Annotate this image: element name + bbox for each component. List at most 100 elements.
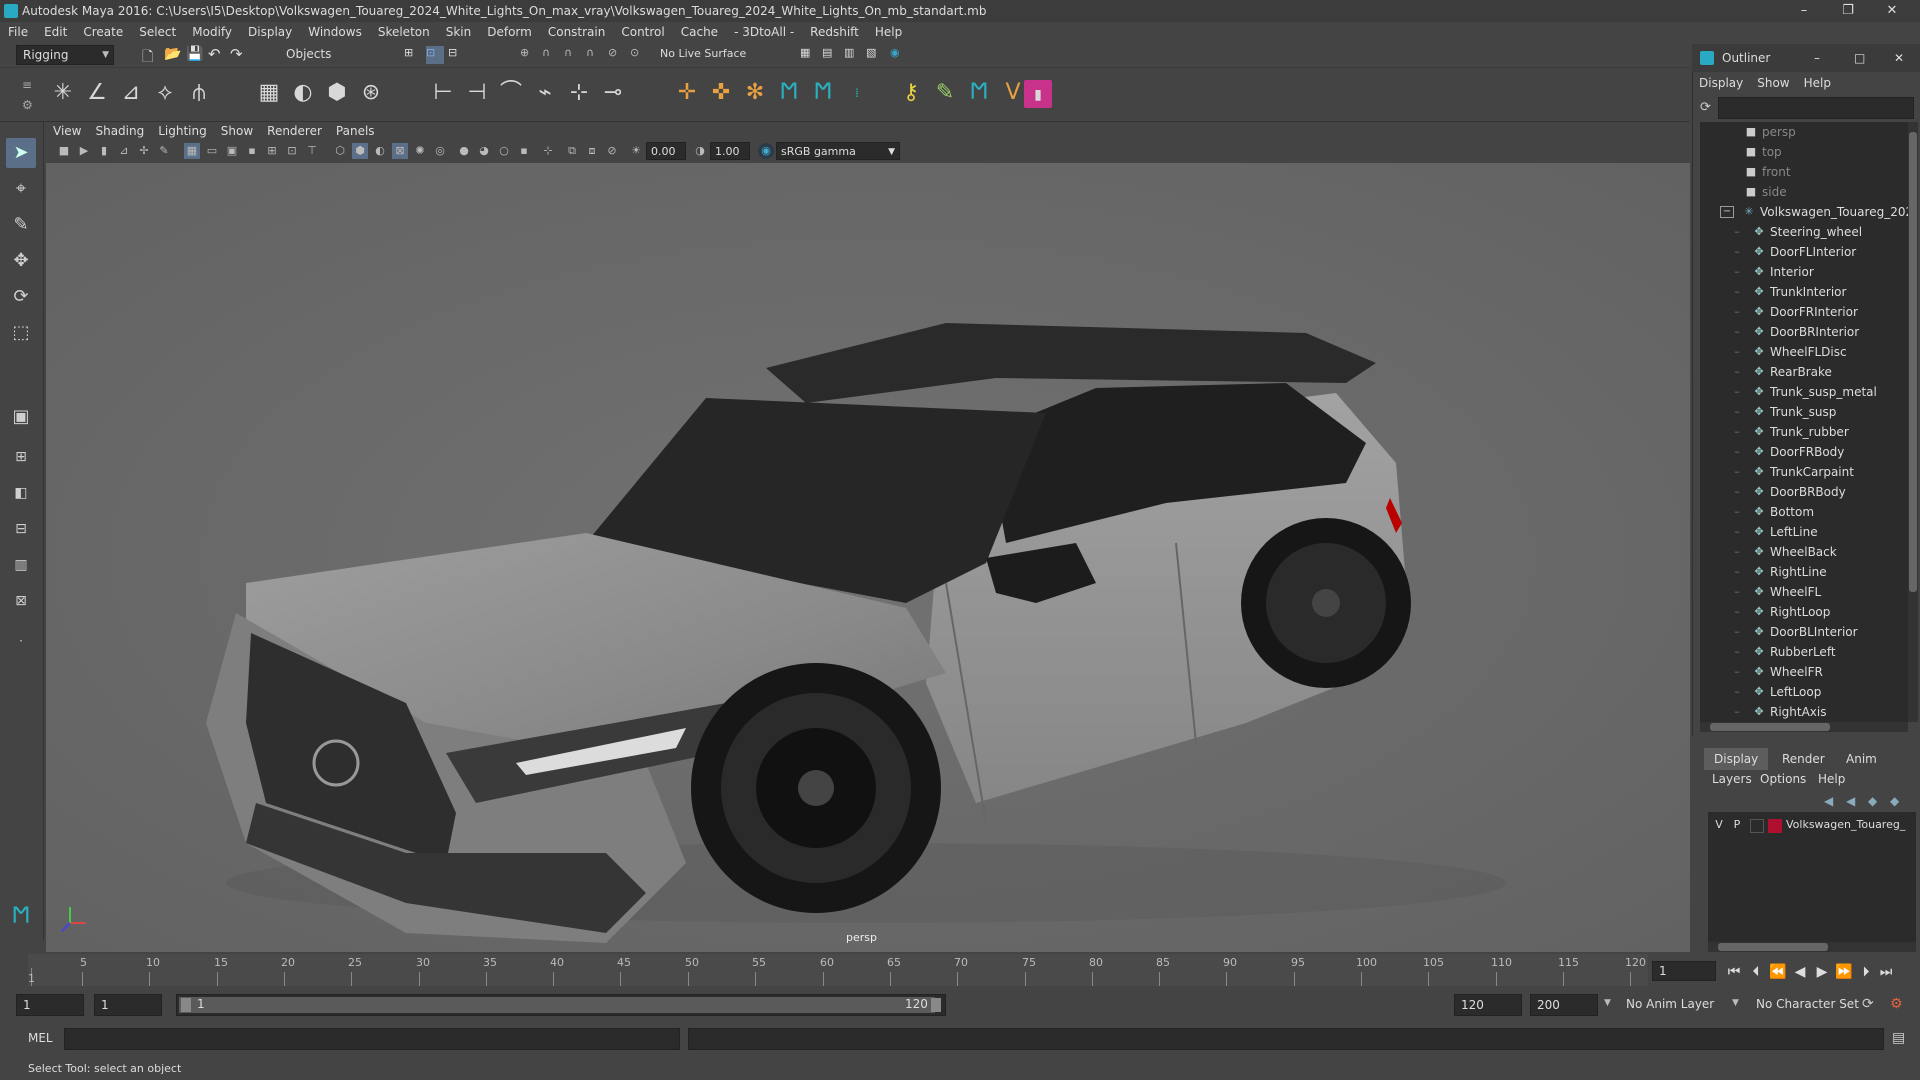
gamma-field[interactable]: 1.00 [710,142,750,160]
render-frame-icon[interactable]: ▦ [800,46,818,64]
outliner-item[interactable]: – ✥ Trunk_rubber [1700,422,1908,442]
snap-icon[interactable]: ⊙ [630,46,648,64]
menu-constrain[interactable]: Constrain [540,22,614,42]
outliner-item[interactable]: – ✥ DoorFRInterior [1700,302,1908,322]
menu-set-dropdown[interactable]: Rigging ▼ [16,45,114,65]
outliner-search-input[interactable] [1718,97,1914,119]
menu-skin[interactable]: Skin [438,22,480,42]
outliner-item[interactable]: – ✥ LeftLine [1700,522,1908,542]
wrap-icon[interactable]: ⬢ [322,78,352,108]
animation-end-field[interactable]: 200 [1530,994,1598,1016]
step-back-key-icon[interactable]: ⏴ [1746,962,1766,982]
menu-skeleton[interactable]: Skeleton [370,22,438,42]
paint-weights-icon[interactable]: ⌒ [496,78,526,108]
outliner-item[interactable]: – ✥ WheelFR [1700,662,1908,682]
layer-type-toggle[interactable] [1750,819,1764,833]
menu-windows[interactable]: Windows [300,22,370,42]
menu-display[interactable]: Display [240,22,300,42]
menu-file[interactable]: File [0,22,36,42]
four-view-layout-icon[interactable]: ⊞ [6,442,36,472]
mirror-joint-icon[interactable]: ⫛ [184,78,214,108]
animation-prefs-icon[interactable]: ⚙ [1890,996,1903,1012]
anim-layer-dropdown[interactable]: No Anim Layer [1620,994,1744,1016]
grease-pencil-icon[interactable]: ✎ [156,143,172,159]
menu-create[interactable]: Create [75,22,131,42]
outliner-item[interactable]: – ✥ Steering_wheel [1700,222,1908,242]
wireframe-icon[interactable]: ⬡ [332,143,348,159]
outliner-item[interactable]: – ✥ RubberLeft [1700,642,1908,662]
ipr-render-icon[interactable]: ▥ [844,46,862,64]
outliner-menu-help[interactable]: Help [1797,72,1838,94]
create-joint-icon[interactable]: ✳ [48,78,78,108]
menu-redshift[interactable]: Redshift [802,22,867,42]
paint-select-icon[interactable]: ✎ [6,210,36,240]
outliner-camera-item[interactable]: ■ front [1700,162,1908,182]
graph-persp-layout-icon[interactable]: ▥ [6,550,36,580]
outliner-item[interactable]: – ✥ LeftLoop [1700,682,1908,702]
panel-menu-renderer[interactable]: Renderer [260,122,329,140]
insert-joint-icon[interactable]: ⟡ [150,78,180,108]
tab-render[interactable]: Render [1772,748,1835,770]
layer-visibility-toggle[interactable]: V [1712,818,1726,831]
outliner-scroll-thumb[interactable] [1909,132,1917,592]
outliner-item[interactable]: – ✥ RightAxis [1700,702,1908,722]
gamma-icon[interactable]: ◑ [692,143,708,159]
outliner-item[interactable]: – ✥ DoorBRInterior [1700,322,1908,342]
layer-row[interactable]: V P Volkswagen_Touareg_ [1708,816,1916,836]
animation-start-field[interactable]: 1 [16,994,84,1016]
field-chart-icon[interactable]: ⊞ [264,143,280,159]
layer-hscroll-thumb[interactable] [1718,943,1828,951]
move-layer-up-icon[interactable]: ◀ [1824,794,1833,808]
ik-spline-icon[interactable]: ⊿ [116,78,146,108]
layer-hscrollbar[interactable] [1708,942,1916,952]
rotate-tool-icon[interactable]: ⟳ [6,282,36,312]
perspective-viewport[interactable]: persp [46,163,1690,952]
isolate-select-icon[interactable]: ⊹ [540,143,556,159]
outliner-item[interactable]: – ✥ DoorBRBody [1700,482,1908,502]
panel-menu-panels[interactable]: Panels [329,122,382,140]
playback-end-field[interactable]: 120 [1454,994,1522,1016]
menu-3dtoall[interactable]: - 3DtoAll - [726,22,802,42]
outliner-minimize-icon[interactable]: – [1814,44,1820,72]
film-gate-icon[interactable]: ▭ [204,143,220,159]
tab-display[interactable]: Display [1704,748,1769,770]
wireframe-on-shaded-icon[interactable]: ⊠ [392,143,408,159]
selection-mode-dropdown[interactable]: Objects [280,45,380,65]
refresh-icon[interactable]: ⟳ [1700,100,1711,115]
aim-constraint-icon[interactable]: ✜ [706,78,736,108]
shelf-settings-icon[interactable]: ⚙ [22,98,33,112]
scale-tool-icon[interactable]: ⬚ [6,318,36,348]
hypershade-icon[interactable]: ◉ [890,46,908,64]
anti-aliasing-icon[interactable]: ▪ [516,143,532,159]
outliner-item[interactable]: – ✥ Bottom [1700,502,1908,522]
outliner-item[interactable]: – ✥ Interior [1700,262,1908,282]
range-end-grip[interactable] [931,998,941,1012]
script-editor-icon[interactable]: ▤ [1892,1030,1905,1046]
smooth-bind-icon[interactable]: ⌁ [530,78,560,108]
point-constraint-icon[interactable]: ✛ [672,78,702,108]
outliner-menu-show[interactable]: Show [1750,72,1796,94]
outliner-scrollbar[interactable] [1908,122,1918,722]
single-perspective-layout-icon[interactable]: ▣ [6,402,36,432]
outliner-camera-item[interactable]: ■ top [1700,142,1908,162]
safe-action-icon[interactable]: ⊡ [284,143,300,159]
outliner-camera-item[interactable]: ■ persp [1700,122,1908,142]
layer-color-swatch[interactable] [1768,819,1782,833]
panel-menu-show[interactable]: Show [214,122,260,140]
render-settings-icon[interactable]: ▧ [866,46,884,64]
graph-icon[interactable]: ▮ [1024,80,1052,108]
outliner-item[interactable]: – ✥ RearBrake [1700,362,1908,382]
2d-pan-zoom-icon[interactable]: ✢ [136,143,152,159]
chevron-down-icon[interactable]: ▼ [1732,998,1739,1008]
outliner-close-icon[interactable]: ✕ [1894,44,1904,72]
panel-menu-view[interactable]: View [46,122,88,140]
rigid-bind-icon[interactable]: ⊹ [564,78,594,108]
script-language-label[interactable]: MEL [28,1031,53,1045]
outliner-item[interactable]: – ✥ RightLoop [1700,602,1908,622]
minimize-button[interactable]: – [1782,0,1826,22]
select-tool-icon[interactable]: ➤ [6,138,36,168]
smooth-shade-icon[interactable]: ⬢ [352,143,368,159]
grid-icon[interactable]: ▦ [184,143,200,159]
layers-menu-options[interactable]: Options [1760,772,1806,786]
render-sequence-icon[interactable]: ▤ [822,46,840,64]
